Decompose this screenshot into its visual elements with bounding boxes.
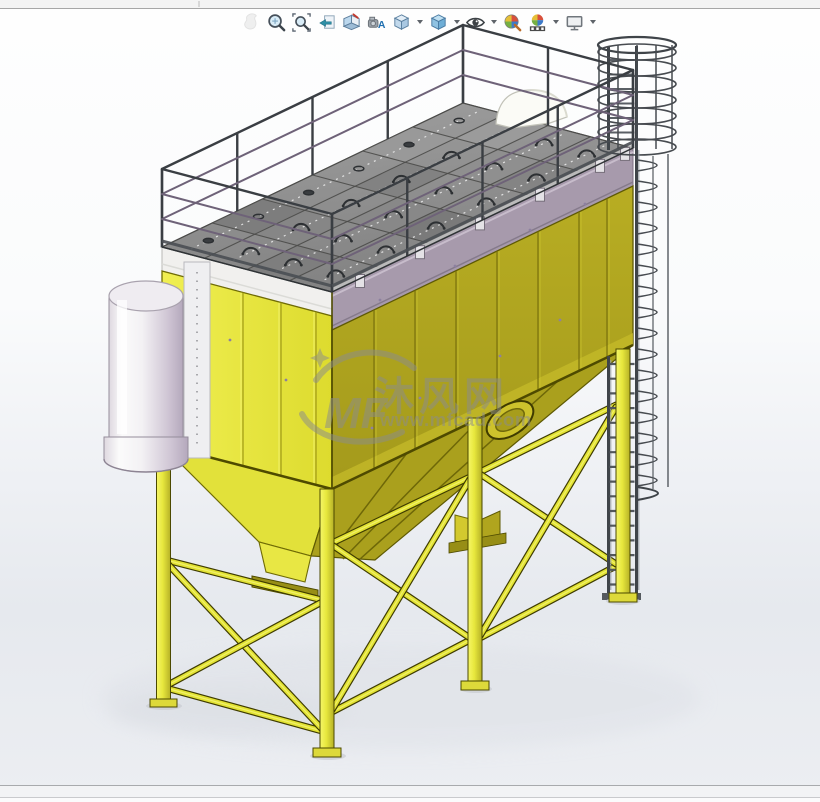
zoom-to-area-icon (291, 12, 312, 33)
display-style-dropdown-caret[interactable] (451, 10, 463, 35)
view-orientation-button[interactable] (389, 10, 414, 35)
hide-show-items-icon (465, 12, 486, 33)
dynamic-annotation-views-icon: A (366, 12, 387, 33)
display-style-button[interactable] (426, 10, 451, 35)
view-settings-dropdown-caret[interactable] (587, 10, 599, 35)
zoom-to-area-button[interactable] (289, 10, 314, 35)
window-bottom-edge (0, 798, 820, 802)
section-view-button[interactable] (339, 10, 364, 35)
section-view-icon (341, 12, 362, 33)
view-orientation-dropdown-caret[interactable] (414, 10, 426, 35)
watermark-site-url: www.mfcad.com (379, 409, 532, 430)
outlet-dome (496, 90, 567, 128)
previous-view-button[interactable] (314, 10, 339, 35)
edit-appearance-icon (502, 12, 523, 33)
dynamic-annotation-views-button[interactable]: A (364, 10, 389, 35)
zoom-to-fit-button[interactable] (264, 10, 289, 35)
air-receiver-cylinder (104, 262, 210, 472)
hide-show-items-dropdown-caret[interactable] (488, 10, 500, 35)
window-top-strip (0, 0, 820, 9)
3d-drawing-view-icon (241, 12, 262, 33)
edit-appearance-button[interactable] (500, 10, 525, 35)
apply-scene-button[interactable] (525, 10, 550, 35)
status-bar (0, 785, 820, 798)
heads-up-view-toolbar: A (239, 9, 599, 35)
apply-scene-dropdown-caret[interactable] (550, 10, 562, 35)
view-orientation-icon (391, 12, 412, 33)
3d-drawing-view-button[interactable] (239, 10, 264, 35)
svg-text:A: A (378, 19, 386, 31)
cad-viewport[interactable]: MF 沐风网 www.mfcad.com (0, 0, 820, 802)
view-settings-icon (564, 12, 585, 33)
previous-view-icon (316, 12, 337, 33)
display-style-icon (428, 12, 449, 33)
solidworks-window: MF 沐风网 www.mfcad.com (0, 0, 820, 802)
apply-scene-icon (527, 12, 548, 33)
zoom-to-fit-icon (266, 12, 287, 33)
strip-divider (198, 1, 200, 7)
hide-show-items-button[interactable] (463, 10, 488, 35)
view-settings-button[interactable] (562, 10, 587, 35)
